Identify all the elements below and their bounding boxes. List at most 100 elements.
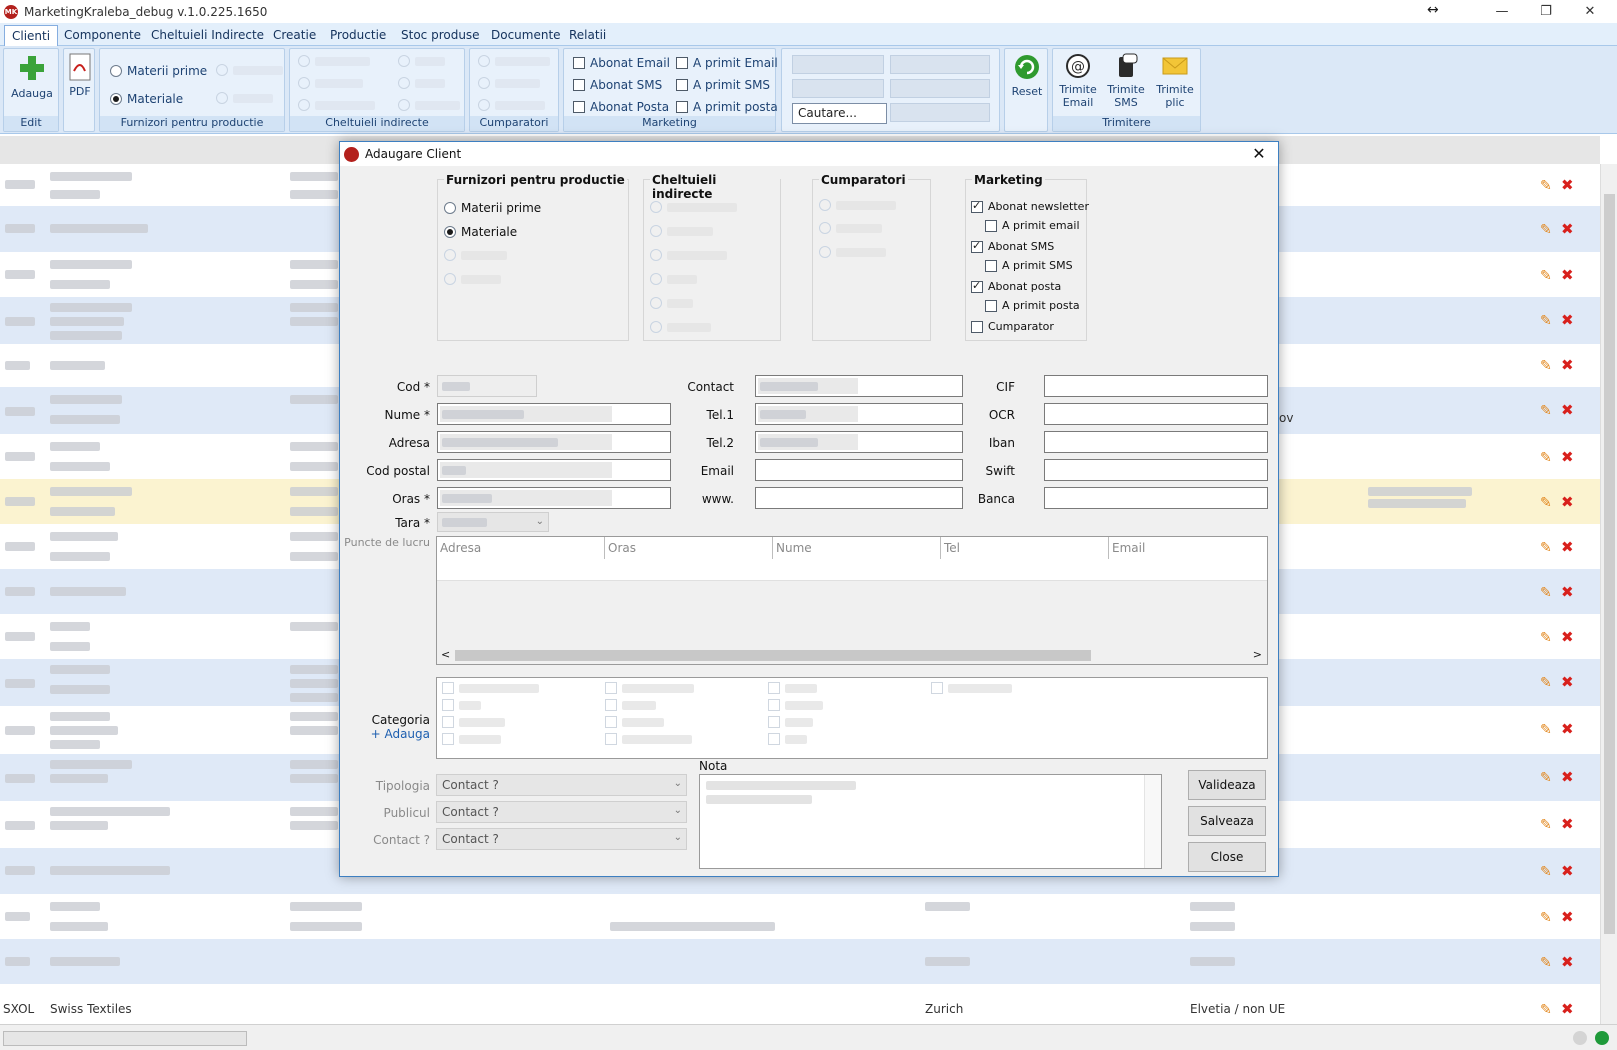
table-row[interactable] (437, 559, 1267, 581)
delete-icon[interactable]: ✖ (1561, 493, 1574, 511)
radio-faded[interactable] (819, 222, 882, 234)
ribbon-radio-faded[interactable] (478, 77, 540, 89)
nota-scrollbar[interactable] (1144, 775, 1161, 868)
grid-vertical-scrollbar[interactable] (1600, 164, 1617, 1024)
radio-materii-prime[interactable]: Materii prime (444, 201, 541, 215)
pencil-icon[interactable]: ✎ (1540, 450, 1552, 466)
radio-faded[interactable] (819, 246, 886, 258)
ribbon-radio-faded[interactable] (216, 92, 273, 104)
cif-field[interactable] (1044, 375, 1268, 397)
column-header[interactable]: Oras (605, 537, 773, 559)
ribbon-radio-materii-prime[interactable]: Materii prime (110, 64, 207, 78)
pencil-icon[interactable]: ✎ (1540, 585, 1552, 601)
tab-clienti[interactable]: Clienti (4, 25, 59, 46)
category-checkbox[interactable] (605, 716, 664, 728)
scrollbar-thumb[interactable] (455, 650, 1091, 661)
pencil-icon[interactable]: ✎ (1540, 268, 1552, 284)
pencil-icon[interactable]: ✎ (1540, 675, 1552, 691)
category-checkbox[interactable] (768, 682, 817, 694)
add-category-link[interactable]: + Adauga (360, 727, 430, 741)
delete-icon[interactable]: ✖ (1561, 401, 1574, 419)
work-points-table[interactable]: Adresa Oras Nume Tel Email < > (436, 536, 1268, 665)
column-header[interactable]: Email (1109, 537, 1267, 559)
cod-field[interactable] (437, 375, 537, 397)
delete-icon[interactable]: ✖ (1561, 1000, 1574, 1018)
ribbon-radio-faded[interactable] (298, 55, 370, 67)
category-checkbox[interactable] (442, 716, 505, 728)
delete-icon[interactable]: ✖ (1561, 266, 1574, 284)
pencil-icon[interactable]: ✎ (1540, 540, 1552, 556)
salveaza-button[interactable]: Salveaza (1188, 806, 1266, 836)
ribbon-radio-faded[interactable] (216, 64, 283, 76)
nota-textarea[interactable] (699, 774, 1162, 869)
ribbon-radio-materiale[interactable]: Materiale (110, 92, 183, 106)
pdf-button[interactable]: PDF (65, 53, 95, 98)
tel2-field[interactable] (755, 431, 963, 453)
category-checkbox[interactable] (931, 682, 1012, 694)
minimize-button[interactable]: — (1480, 0, 1524, 23)
swift-field[interactable] (1044, 459, 1268, 481)
column-header[interactable]: Nume (773, 537, 941, 559)
radio-faded[interactable] (819, 199, 896, 211)
horizontal-scrollbar[interactable]: < > (437, 647, 1267, 664)
tab-documente[interactable]: Documente (484, 25, 568, 46)
filter-combo[interactable] (890, 55, 990, 74)
delete-icon[interactable]: ✖ (1561, 176, 1574, 194)
banca-field[interactable] (1044, 487, 1268, 509)
delete-icon[interactable]: ✖ (1561, 673, 1574, 691)
send-email-button[interactable]: @ Trimite Email (1055, 53, 1101, 109)
ribbon-check-abonat-posta[interactable]: Abonat Posta (573, 100, 669, 114)
radio-faded[interactable] (650, 201, 737, 213)
category-checkbox[interactable] (442, 682, 539, 694)
contact-field[interactable] (755, 375, 963, 397)
adresa-field[interactable] (437, 431, 671, 453)
send-envelope-button[interactable]: Trimite plic (1151, 53, 1199, 109)
filter-combo[interactable] (890, 79, 990, 98)
pencil-icon[interactable]: ✎ (1540, 955, 1552, 971)
delete-icon[interactable]: ✖ (1561, 768, 1574, 786)
pencil-icon[interactable]: ✎ (1540, 770, 1552, 786)
contact-combo[interactable]: Contact ? ⌄ (436, 828, 687, 850)
delete-icon[interactable]: ✖ (1561, 311, 1574, 329)
category-checkbox[interactable] (768, 716, 813, 728)
www-field[interactable] (755, 487, 963, 509)
tipologia-combo[interactable]: Contact ? ⌄ (436, 774, 687, 796)
filter-combo[interactable] (792, 55, 884, 74)
check-primit-email[interactable]: A primit email (985, 219, 1080, 232)
delete-icon[interactable]: ✖ (1561, 538, 1574, 556)
ribbon-check-abonat-email[interactable]: Abonat Email (573, 56, 670, 70)
scroll-right-icon[interactable]: > (1253, 648, 1262, 661)
close-window-button[interactable]: ✕ (1568, 0, 1612, 23)
filter-combo[interactable] (890, 103, 990, 122)
tab-creatie[interactable]: Creatie (266, 25, 323, 46)
nume-field[interactable] (437, 403, 671, 425)
radio-faded[interactable] (444, 249, 507, 261)
delete-icon[interactable]: ✖ (1561, 815, 1574, 833)
category-checkbox[interactable] (442, 699, 481, 711)
delete-icon[interactable]: ✖ (1561, 583, 1574, 601)
ribbon-check-primit-posta[interactable]: A primit posta (676, 100, 778, 114)
category-checkbox[interactable] (442, 733, 501, 745)
search-input[interactable]: Cautare... (792, 103, 887, 124)
radio-faded[interactable] (650, 297, 693, 309)
category-checkbox[interactable] (768, 699, 823, 711)
delete-icon[interactable]: ✖ (1561, 220, 1574, 238)
table-row[interactable]: ✎ ✖ (0, 894, 1600, 939)
table-row[interactable]: ✎ ✖ (0, 939, 1600, 984)
check-primit-sms[interactable]: A primit SMS (985, 259, 1073, 272)
table-row[interactable]: SXOL Swiss Textiles Zurich Elvetia / non UE… (0, 984, 1600, 1024)
tab-stoc-produse[interactable]: Stoc produse (394, 25, 487, 46)
check-abonat-sms[interactable]: Abonat SMS (971, 239, 1054, 253)
email-field[interactable] (755, 459, 963, 481)
tab-cheltuieli-indirecte[interactable]: Cheltuieli Indirecte (144, 25, 271, 46)
scroll-left-icon[interactable]: < (441, 648, 450, 661)
tab-productie[interactable]: Productie (323, 25, 393, 46)
ribbon-check-primit-sms[interactable]: A primit SMS (676, 78, 770, 92)
iban-field[interactable] (1044, 431, 1268, 453)
ribbon-radio-faded[interactable] (298, 99, 375, 111)
ribbon-radio-faded[interactable] (398, 55, 445, 67)
ribbon-radio-faded[interactable] (478, 99, 545, 111)
tab-relatii[interactable]: Relatii (562, 25, 613, 46)
cod-postal-field[interactable] (437, 459, 671, 481)
delete-icon[interactable]: ✖ (1561, 953, 1574, 971)
